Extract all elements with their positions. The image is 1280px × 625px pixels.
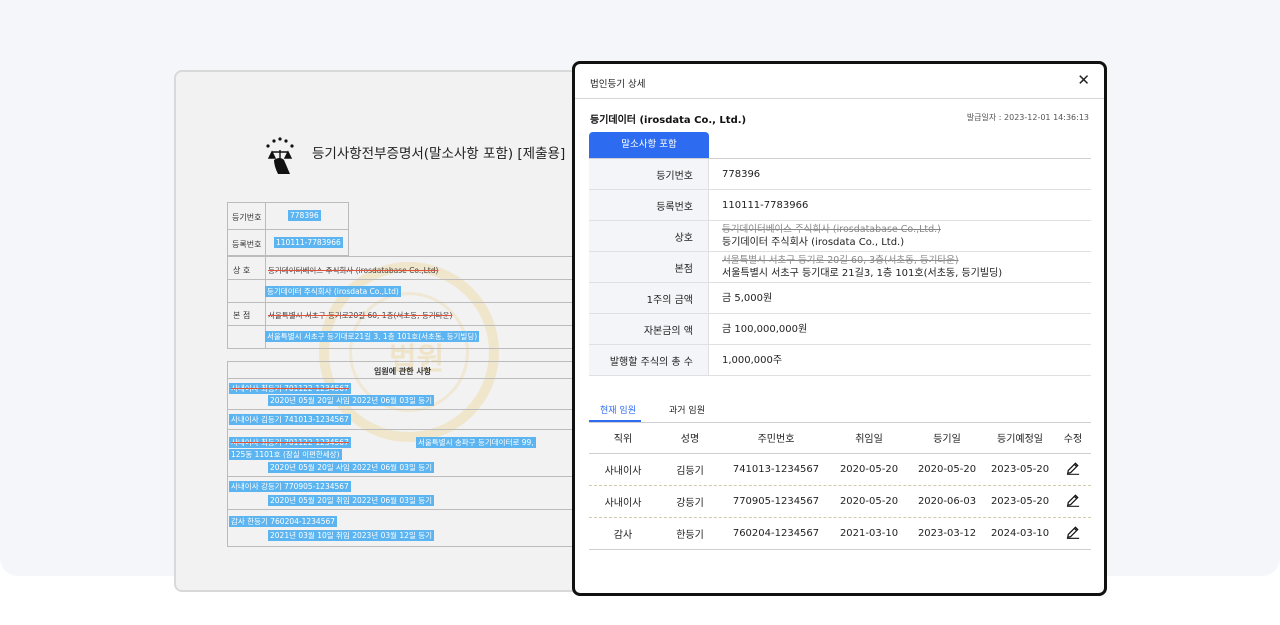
- info-label: 1주의 금액: [589, 283, 709, 313]
- info-label: 상호: [589, 221, 709, 251]
- info-old-value: 서울특별시 서초구 등기로 20길 60, 3층(서초동, 등기타운): [722, 254, 959, 266]
- officer-5-line2: 2021년 03월 10일 취임 2023년 03월 12일 등기: [268, 530, 435, 541]
- officer-3-line2: 2020년 05월 20일 사임 2022년 06월 03일 등기: [268, 462, 435, 473]
- info-value: 금 100,000,000원: [722, 323, 808, 335]
- close-icon[interactable]: ✕: [1077, 72, 1090, 88]
- company-name: 등기데이터 (irosdata Co., Ltd.): [590, 115, 747, 126]
- info-value: 금 5,000원: [722, 292, 773, 304]
- cell-appointed-date: 2020-05-20: [839, 496, 899, 507]
- cell-name: 김등기: [676, 466, 704, 477]
- officer-1-line1: 사내이사 최등기 701122-1234567: [229, 383, 351, 394]
- issue-date: 발급일자 : 2023-12-01 14:36:13: [966, 113, 1089, 122]
- info-value: 등기데이터 주식회사 (irosdata Co., Ltd.): [722, 236, 905, 248]
- name-old: 등기데이터베이스 주식회사 (irosdatabase Co.,Ltd): [268, 266, 439, 275]
- officers-title: 임원에 관한 사항: [374, 367, 432, 376]
- column-header: 성명: [680, 434, 700, 445]
- biz-no-value: 110111-7783966: [274, 237, 343, 248]
- court-emblem-icon: [266, 137, 294, 174]
- cell-scheduled-date: 2023-05-20: [990, 496, 1050, 507]
- pencil-icon[interactable]: [1066, 493, 1080, 507]
- info-label: 등록번호: [589, 190, 709, 220]
- reg-no-value: 778396: [288, 210, 321, 221]
- column-header: 주민번호: [757, 434, 795, 445]
- info-old-value: 등기데이터베이스 주식회사 (irosdatabase Co.,Ltd.): [722, 223, 941, 235]
- cell-name: 한등기: [676, 530, 704, 541]
- table-header-row: 직위 성명 주민번호 취임일 등기일 등기예정일 수정: [589, 422, 1091, 454]
- cell-id-number: 770905-1234567: [732, 496, 820, 507]
- cell-registered-date: 2020-06-03: [917, 496, 977, 507]
- certificate-document: 법원 등기사항전부증명서(말소사항 포함) [제출용] 등기번호 778396 …: [174, 70, 598, 592]
- pencil-icon[interactable]: [1066, 525, 1080, 539]
- officers-table: 직위 성명 주민번호 취임일 등기일 등기예정일 수정 사내이사 김등기 741…: [589, 422, 1091, 550]
- biz-no-label: 등록번호: [232, 240, 262, 249]
- column-header: 수정: [1063, 434, 1083, 445]
- office-new: 서울특별시 서초구 등기대로21길 3, 1층 101호(서초동, 등기빌딩): [265, 331, 480, 342]
- tab-current-officers[interactable]: 현재 임원: [600, 403, 636, 416]
- name-new: 등기데이터 주식회사 (irosdata Co.,Ltd): [265, 286, 401, 297]
- cell-appointed-date: 2020-05-20: [839, 464, 899, 475]
- modal-title: 법인등기 상세: [590, 79, 646, 90]
- info-label: 발행할 주식의 총 수: [589, 345, 709, 375]
- info-row: 자본금의 액 금 100,000,000원: [589, 314, 1091, 345]
- cell-appointed-date: 2021-03-10: [839, 528, 899, 539]
- cell-registered-date: 2020-05-20: [917, 464, 977, 475]
- officer-4-line2: 2020년 05월 20일 취임 2022년 06월 03일 등기: [268, 495, 435, 506]
- office-label: 본 점: [233, 311, 251, 320]
- cell-scheduled-date: 2023-05-20: [990, 464, 1050, 475]
- corporate-registry-detail-modal: 법인등기 상세 ✕ 등기데이터 (irosdata Co., Ltd.) 발급일…: [572, 61, 1107, 596]
- column-header: 등기예정일: [997, 434, 1043, 445]
- column-header: 직위: [613, 434, 633, 445]
- reg-no-label: 등기번호: [232, 213, 262, 222]
- officer-1-line2: 2020년 05월 20일 사임 2022년 06월 03일 등기: [268, 395, 435, 406]
- info-row: 본점 서울특별시 서초구 등기로 20길 60, 3층(서초동, 등기타운) 서…: [589, 252, 1091, 283]
- info-value: 110111-7783966: [722, 199, 809, 211]
- info-value: 1,000,000주: [722, 354, 783, 366]
- info-row: 등록번호 110111-7783966: [589, 190, 1091, 221]
- info-row: 등기번호 778396: [589, 159, 1091, 190]
- cell-position: 감사: [613, 530, 633, 541]
- tab-include-cancelled[interactable]: 말소사항 포함: [589, 132, 709, 158]
- cell-id-number: 760204-1234567: [732, 528, 820, 539]
- column-header: 등기일: [933, 434, 961, 445]
- officer-4-line1: 사내이사 강등기 770905-1234567: [229, 481, 351, 492]
- registry-info-table: 등기번호 778396 등록번호 110111-7783966 상호 등기데이터…: [589, 158, 1091, 376]
- name-label: 상 호: [233, 266, 251, 275]
- cell-id-number: 741013-1234567: [732, 464, 820, 475]
- column-header: 취임일: [855, 434, 883, 445]
- modal-header: 법인등기 상세 ✕: [575, 64, 1104, 99]
- info-label: 등기번호: [589, 159, 709, 189]
- cell-position: 사내이사: [604, 466, 642, 477]
- info-value: 778396: [722, 168, 761, 180]
- info-row: 발행할 주식의 총 수 1,000,000주: [589, 345, 1091, 376]
- cell-scheduled-date: 2024-03-10: [990, 528, 1050, 539]
- cell-position: 사내이사: [604, 498, 642, 509]
- info-row: 1주의 금액 금 5,000원: [589, 283, 1091, 314]
- tab-past-officers[interactable]: 과거 임원: [669, 403, 705, 416]
- info-value: 서울특별시 서초구 등기대로 21길3, 1층 101호(서초동, 등기빌딩): [722, 267, 1003, 279]
- office-old: 서울특별시 서초구 등기로20길 60, 1층(서초동, 등기타운): [268, 311, 453, 320]
- table-row: 감사 한등기 760204-1234567 2021-03-10 2023-03…: [589, 518, 1091, 550]
- officer-3-address: 서울특별시 송파구 등기데이터로 99,: [416, 437, 536, 448]
- officer-3-address2: 125동 1101호 (잠실 이편한세상): [229, 449, 342, 460]
- info-label: 자본금의 액: [589, 314, 709, 344]
- officer-tabs: 현재 임원 과거 임원: [589, 397, 1091, 423]
- cell-name: 강등기: [676, 498, 704, 509]
- info-label: 본점: [589, 252, 709, 282]
- info-row: 상호 등기데이터베이스 주식회사 (irosdatabase Co.,Ltd.)…: [589, 221, 1091, 252]
- cell-registered-date: 2023-03-12: [917, 528, 977, 539]
- officer-2-line1: 사내이사 김등기 741013-1234567: [229, 414, 351, 425]
- certificate-title: 등기사항전부증명서(말소사항 포함) [제출용]: [312, 146, 566, 162]
- pencil-icon[interactable]: [1066, 461, 1080, 475]
- officer-5-line1: 감사 한등기 760204-1234567: [229, 516, 338, 527]
- table-row: 사내이사 강등기 770905-1234567 2020-05-20 2020-…: [589, 486, 1091, 518]
- officer-3-line1: 사내이사 최등기 701122-1234567: [229, 437, 351, 448]
- table-row: 사내이사 김등기 741013-1234567 2020-05-20 2020-…: [589, 454, 1091, 486]
